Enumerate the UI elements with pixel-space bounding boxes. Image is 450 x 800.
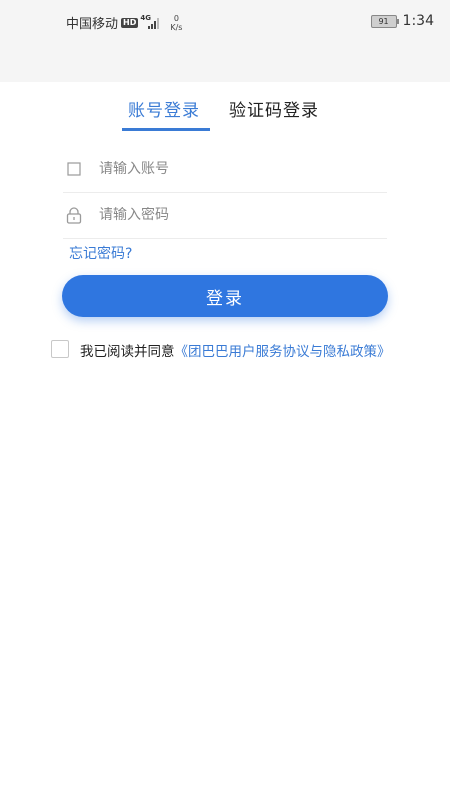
login-button[interactable]: 登录 (62, 275, 388, 317)
account-field (63, 146, 387, 193)
active-tab-indicator (122, 128, 210, 131)
carrier-label: 中国移动 (66, 17, 119, 32)
net-speed-unit: K/s (170, 22, 183, 32)
forgot-password-link[interactable]: 忘记密码? (69, 243, 132, 263)
hd-icon: HD (121, 17, 139, 28)
tab-code-login[interactable]: 验证码登录 (229, 96, 319, 121)
status-right: 91 1:34 (370, 13, 434, 29)
tab-account-login[interactable]: 账号登录 (128, 96, 200, 121)
net-speed-value: 0 (173, 13, 179, 23)
password-field (63, 192, 387, 239)
account-input[interactable] (99, 161, 359, 177)
login-tabs: 账号登录 验证码登录 (0, 96, 450, 132)
network-type-label: 4G (140, 14, 151, 22)
agreement-text: 我已阅读并同意《团巴巴用户服务协议与隐私政策》 (44, 339, 404, 366)
user-icon (65, 160, 83, 178)
status-left: 中国移动 HD 4G 0 K/s (66, 13, 182, 33)
lock-icon (65, 206, 83, 224)
signal-icon: 4G (140, 14, 162, 29)
agreement-link[interactable]: 《团巴巴用户服务协议与隐私政策》 (175, 344, 391, 360)
status-bar: 中国移动 HD 4G 0 K/s 91 1:34 (0, 0, 450, 82)
password-input[interactable] (99, 207, 359, 223)
clock: 1:34 (402, 13, 434, 29)
net-speed: 0 K/s (170, 14, 182, 32)
battery-icon: 91 (370, 14, 399, 28)
agreement-prefix: 我已阅读并同意 (80, 344, 175, 360)
